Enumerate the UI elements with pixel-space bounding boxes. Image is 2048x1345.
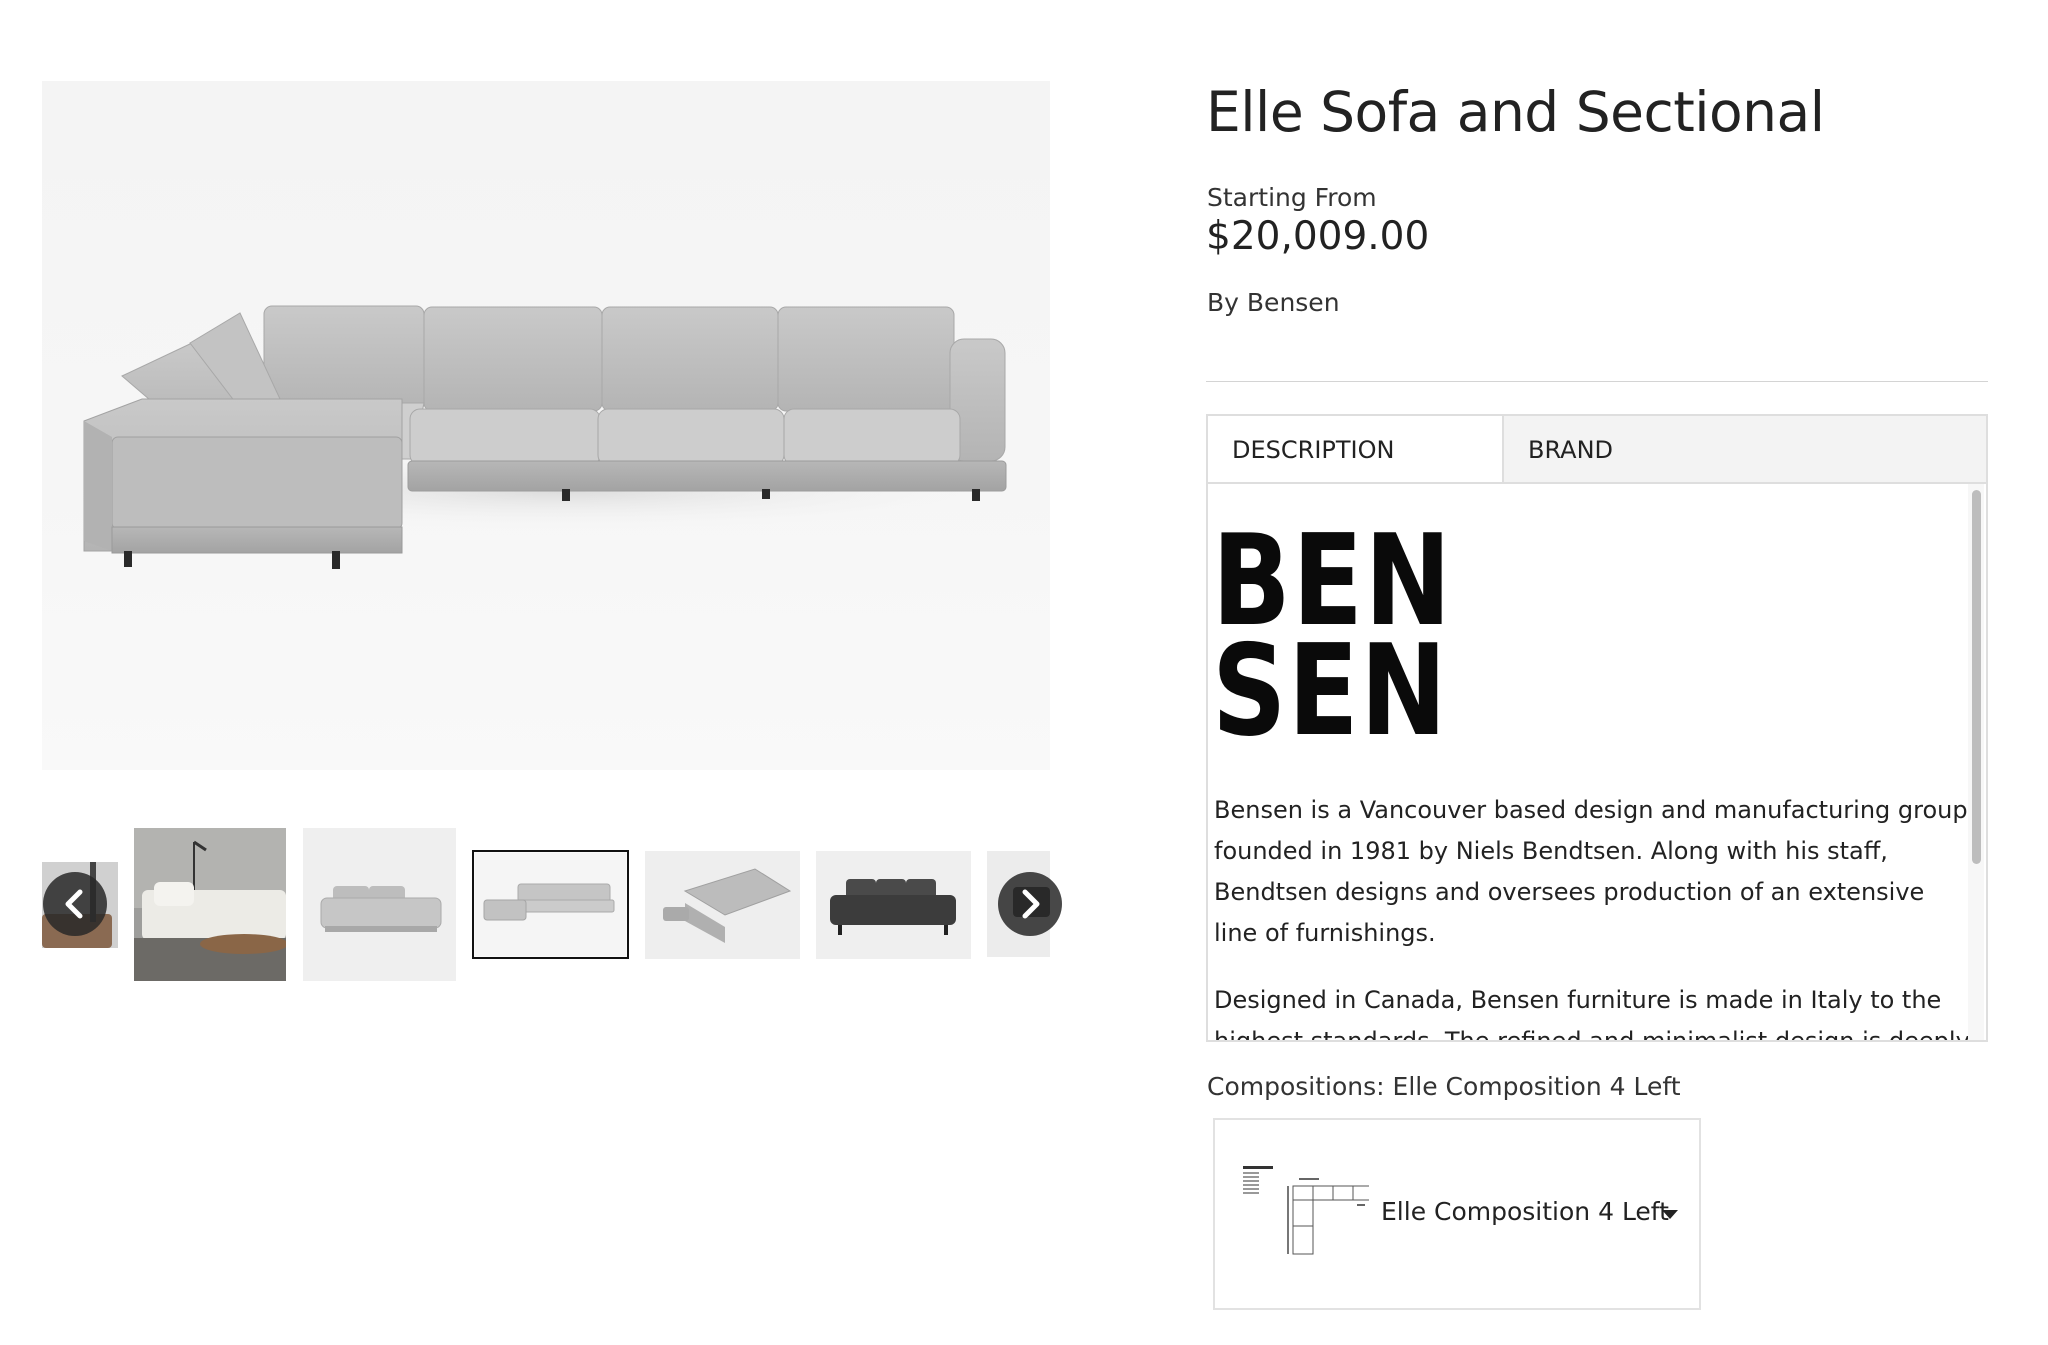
grey-sofa-image [303,828,456,981]
gallery-prev-button[interactable] [43,872,107,936]
brand-paragraph-1: Bensen is a Vancouver based design and m… [1214,796,1968,947]
bensen-logo: BEN SEN [1212,518,1506,764]
living-room-sectional-image [134,828,286,981]
thumbnail-living-room-sectional-photo[interactable] [134,828,286,981]
panel-scrollbar[interactable] [1968,484,1984,1040]
product-price: $20,009.00 [1206,214,1430,259]
caret-down-icon [1662,1210,1678,1219]
thumbnail-strip [42,828,1062,983]
product-title: Elle Sofa and Sectional [1206,80,1825,144]
tab-description[interactable]: DESCRIPTION [1208,416,1504,484]
l-sectional-image [475,853,626,956]
chevron-right-icon [1022,889,1040,919]
brand-paragraph-2: Designed in Canada, Bensen furniture is … [1214,986,1968,1040]
divider [1206,381,1988,382]
composition-select[interactable]: Elle Composition 4 Left [1213,1118,1701,1310]
main-product-image[interactable] [42,81,1050,770]
compositions-label: Compositions: Elle Composition 4 Left [1207,1072,1681,1101]
scrollbar-thumb[interactable] [1972,490,1981,864]
product-tabs: DESCRIPTION BRAND BEN SEN Bensen is a Va… [1206,414,1988,1042]
dark-grey-sofa-image [816,851,971,959]
brand-link[interactable]: Bensen [1247,288,1340,317]
brand-prefix: By [1207,288,1239,317]
brand-line: By Bensen [1207,288,1340,317]
thumbnail-l-sectional-photo[interactable] [472,850,629,959]
thumbnail-dark-grey-sofa-photo[interactable] [816,851,971,959]
logo-line-2: SEN [1212,617,1449,764]
brand-panel: BEN SEN Bensen is a Vancouver based desi… [1208,484,1968,1041]
chevron-left-icon [65,889,83,919]
gallery-next-button[interactable] [998,872,1062,936]
composition-diagram-icon [1239,1160,1369,1268]
price-prefix: Starting From [1207,183,1377,212]
tab-brand[interactable]: BRAND [1504,416,1986,484]
thumbnail-grey-sofa-photo[interactable] [303,828,456,981]
sectional-with-ottoman-image [645,851,800,959]
sectional-sofa-illustration [83,305,1032,569]
thumbnail-sectional-with-ottoman-photo[interactable] [645,851,800,959]
composition-selected-value: Elle Composition 4 Left [1381,1197,1669,1226]
